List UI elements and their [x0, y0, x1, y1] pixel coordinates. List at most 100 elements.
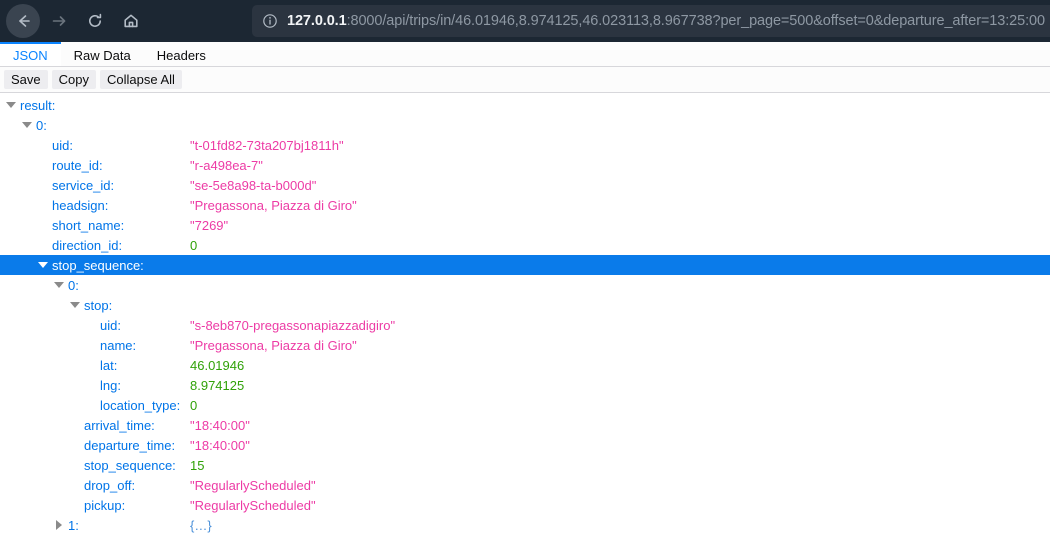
json-row[interactable]: 0: — [0, 115, 1050, 135]
json-key: pickup: — [84, 497, 126, 513]
json-row-key-group: route_id: — [0, 158, 103, 173]
json-row[interactable]: uid: "s-8eb870-pregassonapiazzadigiro" — [0, 315, 1050, 335]
json-row[interactable]: pickup: "RegularlyScheduled" — [0, 495, 1050, 515]
json-row-key-group: 0: — [0, 118, 47, 133]
json-row[interactable]: uid: "t-01fd82-73ta207bj1811h" — [0, 135, 1050, 155]
chevron-down-icon[interactable] — [70, 300, 80, 310]
json-row[interactable]: 0: — [0, 275, 1050, 295]
json-key: result: — [20, 97, 56, 113]
json-row[interactable]: direction_id: 0 — [0, 235, 1050, 255]
json-row[interactable]: stop_sequence: — [0, 255, 1050, 275]
json-key: direction_id: — [52, 237, 123, 253]
json-key: short_name: — [52, 217, 125, 233]
json-key: headsign: — [52, 197, 109, 213]
json-value: "se-5e8a98-ta-b000d" — [190, 177, 317, 193]
json-row[interactable]: drop_off: "RegularlyScheduled" — [0, 475, 1050, 495]
chevron-down-icon[interactable] — [54, 280, 64, 290]
json-key: uid: — [52, 137, 73, 153]
json-key: drop_off: — [84, 477, 136, 493]
navigation-button-group — [6, 4, 148, 38]
json-tree[interactable]: result: 0: uid: "t-01fd82-73ta207bj1811h" ro… — [0, 93, 1050, 539]
json-key: lng: — [100, 377, 121, 393]
json-row-key-group: pickup: — [0, 498, 125, 513]
json-row[interactable]: short_name: "7269" — [0, 215, 1050, 235]
json-key: name: — [100, 337, 137, 353]
forward-button[interactable] — [42, 4, 76, 38]
json-row-key-group: lng: — [0, 378, 121, 393]
address-bar[interactable]: 127.0.0.1:8000/api/trips/in/46.01946,8.9… — [252, 5, 1050, 37]
json-value: "t-01fd82-73ta207bj1811h" — [190, 137, 344, 153]
json-value: "Pregassona, Piazza di Giro" — [190, 197, 357, 213]
json-key: location_type: — [100, 397, 181, 413]
tab-headers[interactable]: Headers — [144, 42, 219, 66]
json-row[interactable]: 1: {…} — [0, 515, 1050, 535]
json-row-key-group: name: — [0, 338, 136, 353]
json-value: 15 — [190, 457, 205, 473]
json-value: 0 — [190, 237, 198, 253]
json-row[interactable]: departure_time: "18:40:00" — [0, 435, 1050, 455]
chevron-down-icon[interactable] — [6, 100, 16, 110]
json-value: "r-a498ea-7" — [190, 157, 263, 173]
copy-button[interactable]: Copy — [51, 70, 96, 89]
chevron-right-icon[interactable] — [54, 520, 64, 530]
tab-json[interactable]: JSON — [0, 42, 61, 66]
json-key: lat: — [100, 357, 118, 373]
json-row[interactable]: lat: 46.01946 — [0, 355, 1050, 375]
json-row[interactable]: stop: — [0, 295, 1050, 315]
json-row[interactable]: stop_sequence: 15 — [0, 455, 1050, 475]
json-key: stop_sequence: — [52, 257, 144, 273]
save-button[interactable]: Save — [4, 70, 48, 89]
json-row-key-group: arrival_time: — [0, 418, 155, 433]
json-row[interactable]: lng: 8.974125 — [0, 375, 1050, 395]
json-value: "s-8eb870-pregassonapiazzadigiro" — [190, 317, 396, 333]
json-value: "18:40:00" — [190, 417, 250, 433]
json-value: "18:40:00" — [190, 437, 250, 453]
json-value: "7269" — [190, 217, 229, 233]
tab-raw-data[interactable]: Raw Data — [61, 42, 144, 66]
address-bar-host: 127.0.0.1 — [287, 13, 347, 29]
json-value: "RegularlyScheduled" — [190, 497, 316, 513]
reload-button[interactable] — [78, 4, 112, 38]
json-row[interactable]: result: — [0, 95, 1050, 115]
forward-arrow-icon — [50, 12, 68, 30]
json-row[interactable]: name: "Pregassona, Piazza di Giro" — [0, 335, 1050, 355]
json-row-key-group: stop: — [0, 298, 112, 313]
json-value: 0 — [190, 397, 198, 413]
json-row-key-group: uid: — [0, 318, 121, 333]
json-row[interactable]: service_id: "se-5e8a98-ta-b000d" — [0, 175, 1050, 195]
json-row-key-group: direction_id: — [0, 238, 122, 253]
back-arrow-icon — [14, 12, 32, 30]
address-bar-text: 127.0.0.1:8000/api/trips/in/46.01946,8.9… — [287, 13, 1045, 29]
json-row-key-group: 0: — [0, 278, 79, 293]
chevron-down-icon[interactable] — [22, 120, 32, 130]
json-key: 0: — [36, 117, 47, 133]
json-row-key-group: service_id: — [0, 178, 114, 193]
json-row[interactable]: location_type: 0 — [0, 395, 1050, 415]
json-row[interactable]: route_id: "r-a498ea-7" — [0, 155, 1050, 175]
json-value: {…} — [190, 517, 212, 533]
json-row[interactable]: arrival_time: "18:40:00" — [0, 415, 1050, 435]
home-icon — [122, 12, 140, 30]
json-row-key-group: stop_sequence: — [0, 258, 144, 273]
json-value: 8.974125 — [190, 377, 245, 393]
collapse-all-button[interactable]: Collapse All — [100, 70, 182, 89]
json-viewer-toolbar: Save Copy Collapse All — [0, 67, 1050, 93]
chevron-down-icon[interactable] — [38, 260, 48, 270]
json-key: 1: — [68, 517, 79, 533]
json-key: uid: — [100, 317, 121, 333]
json-row[interactable]: headsign: "Pregassona, Piazza di Giro" — [0, 195, 1050, 215]
info-circle-icon[interactable] — [262, 13, 278, 29]
json-value: 46.01946 — [190, 357, 245, 373]
json-row-key-group: short_name: — [0, 218, 124, 233]
json-key: stop_sequence: — [84, 457, 176, 473]
json-key: stop: — [84, 297, 113, 313]
json-viewer-tabbar: JSON Raw Data Headers — [0, 42, 1050, 67]
json-row-key-group: uid: — [0, 138, 73, 153]
json-key: arrival_time: — [84, 417, 155, 433]
back-button[interactable] — [6, 4, 40, 38]
json-row-key-group: departure_time: — [0, 438, 175, 453]
json-row-key-group: stop_sequence: — [0, 458, 176, 473]
browser-chrome: 127.0.0.1:8000/api/trips/in/46.01946,8.9… — [0, 0, 1050, 42]
reload-icon — [86, 12, 104, 30]
home-button[interactable] — [114, 4, 148, 38]
